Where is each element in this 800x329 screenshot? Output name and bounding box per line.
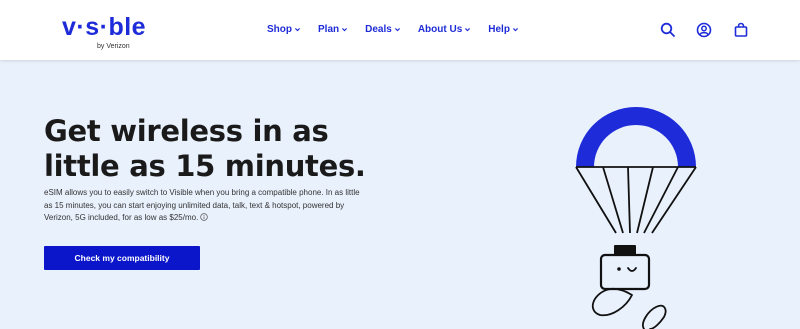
chevron-down-icon (295, 28, 300, 32)
chevron-down-icon (394, 28, 400, 32)
info-icon[interactable] (200, 213, 209, 221)
nav-item-deals[interactable]: Deals (365, 24, 401, 35)
logo-tagline: by Verizon (97, 43, 130, 50)
hero-headline: Get wireless in as little as 15 minutes. (44, 114, 366, 183)
nav-item-help[interactable]: Help (488, 24, 519, 35)
nav-item-label: Help (488, 24, 510, 35)
chevron-down-icon (512, 28, 518, 32)
main-nav: Shop Plan Deals About Us Help (267, 24, 519, 35)
nav-item-about-us[interactable]: About Us (418, 24, 471, 35)
nav-item-shop[interactable]: Shop (267, 24, 301, 35)
cart-icon[interactable] (733, 22, 749, 38)
chevron-down-icon (342, 28, 348, 32)
check-compatibility-button[interactable]: Check my compatibility (44, 246, 200, 270)
account-icon[interactable] (696, 22, 712, 38)
nav-item-label: About Us (417, 24, 463, 35)
parachute-sim-card-hand-illustration (575, 107, 697, 329)
site-header: v·s·ble by Verizon Shop Plan Deals About… (0, 0, 800, 60)
search-icon[interactable] (660, 22, 676, 38)
hero-section: Get wireless in as little as 15 minutes.… (0, 60, 800, 329)
nav-item-plan[interactable]: Plan (318, 24, 348, 35)
visible-logo[interactable]: v·s·ble by Verizon (62, 13, 146, 53)
chevron-down-icon (465, 28, 471, 32)
nav-item-label: Shop (267, 24, 292, 35)
nav-item-label: Deals (365, 24, 392, 35)
nav-item-label: Plan (318, 24, 340, 35)
logo-wordmark: v·s·ble (62, 13, 147, 41)
hero-description: eSIM allows you to easily switch to Visi… (44, 187, 364, 225)
